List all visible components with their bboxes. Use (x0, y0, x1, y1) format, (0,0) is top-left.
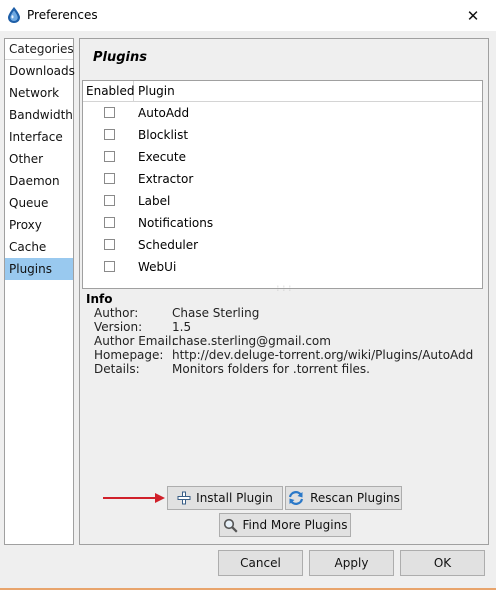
category-proxy[interactable]: Proxy (5, 214, 73, 236)
table-row[interactable]: Scheduler (83, 234, 482, 256)
table-row[interactable]: Notifications (83, 212, 482, 234)
deluge-drop-icon (7, 7, 21, 23)
plugin-name: Blocklist (138, 128, 189, 142)
ok-button[interactable]: OK (400, 550, 485, 576)
apply-button[interactable]: Apply (309, 550, 394, 576)
categories-header: Categories (5, 39, 74, 60)
pane-splitter-handle[interactable]: ⋮⋮⋮ (275, 286, 293, 292)
info-value-details: Monitors folders for .torrent files. (172, 362, 370, 376)
close-icon: ✕ (466, 6, 480, 25)
info-label-version: Version: (94, 320, 143, 334)
find-more-plugins-label: Find More Plugins (242, 518, 348, 532)
category-plugins[interactable]: Plugins (5, 258, 73, 280)
category-downloads[interactable]: Downloads (5, 60, 75, 82)
enabled-checkbox[interactable] (104, 261, 115, 272)
title-bar: Preferences ✕ (0, 0, 496, 32)
column-header-plugin[interactable]: Plugin (138, 81, 175, 101)
category-daemon[interactable]: Daemon (5, 170, 73, 192)
info-title: Info (86, 292, 113, 306)
plugin-name: Label (138, 194, 171, 208)
plugins-panel: Plugins Enabled Plugin AutoAdd Blocklist… (79, 38, 489, 545)
info-value-author: Chase Sterling (172, 306, 260, 320)
close-button[interactable]: ✕ (450, 0, 496, 31)
enabled-checkbox[interactable] (104, 107, 115, 118)
window-title: Preferences (27, 8, 98, 22)
category-interface[interactable]: Interface (5, 126, 73, 148)
enabled-checkbox[interactable] (104, 239, 115, 250)
table-row[interactable]: Extractor (83, 168, 482, 190)
column-header-enabled[interactable]: Enabled (83, 81, 135, 101)
category-bandwidth[interactable]: Bandwidth (5, 104, 73, 126)
table-row[interactable]: Execute (83, 146, 482, 168)
install-plugin-button[interactable]: Install Plugin (167, 486, 283, 510)
table-row[interactable]: AutoAdd (83, 102, 482, 124)
plugin-name: Extractor (138, 172, 194, 186)
enabled-checkbox[interactable] (104, 195, 115, 206)
rescan-plugins-button[interactable]: Rescan Plugins (285, 486, 402, 510)
install-plugin-label: Install Plugin (196, 491, 273, 505)
cancel-button[interactable]: Cancel (218, 550, 303, 576)
info-value-author-email: chase.sterling@gmail.com (172, 334, 331, 348)
red-arrow-icon (103, 493, 165, 503)
enabled-checkbox[interactable] (104, 151, 115, 162)
category-queue[interactable]: Queue (5, 192, 73, 214)
enabled-checkbox[interactable] (104, 129, 115, 140)
info-label-author: Author: (94, 306, 139, 320)
category-cache[interactable]: Cache (5, 236, 73, 258)
rescan-plugins-label: Rescan Plugins (310, 491, 400, 505)
plugins-table: Enabled Plugin AutoAdd Blocklist Execute… (82, 80, 483, 289)
info-value-version: 1.5 (172, 320, 192, 334)
refresh-icon (287, 490, 305, 506)
table-row[interactable]: WebUi (83, 256, 482, 278)
info-label-details: Details: (94, 362, 140, 376)
table-header: Enabled Plugin (83, 81, 482, 102)
categories-list: Categories Downloads Network Bandwidth I… (4, 38, 75, 545)
plugin-name: Notifications (138, 216, 214, 230)
plugin-name: Scheduler (138, 238, 199, 252)
enabled-checkbox[interactable] (104, 217, 115, 228)
category-other[interactable]: Other (5, 148, 73, 170)
magnifier-icon (223, 518, 238, 533)
plus-icon (177, 491, 191, 505)
info-details: Author: Chase Sterling Version: 1.5 Auth… (94, 306, 473, 376)
table-row[interactable]: Label (83, 190, 482, 212)
dialog-client-area: Categories Downloads Network Bandwidth I… (0, 31, 496, 588)
info-value-homepage: http://dev.deluge-torrent.org/wiki/Plugi… (172, 348, 474, 362)
table-row[interactable]: Blocklist (83, 124, 482, 146)
category-network[interactable]: Network (5, 82, 73, 104)
info-label-author-email: Author Email: (94, 334, 176, 348)
info-label-homepage: Homepage: (94, 348, 164, 362)
find-more-plugins-button[interactable]: Find More Plugins (219, 513, 351, 537)
plugin-name: WebUi (138, 260, 177, 274)
plugin-name: Execute (138, 150, 186, 164)
plugin-name: AutoAdd (138, 106, 190, 120)
panel-title: Plugins (93, 50, 147, 65)
enabled-checkbox[interactable] (104, 173, 115, 184)
